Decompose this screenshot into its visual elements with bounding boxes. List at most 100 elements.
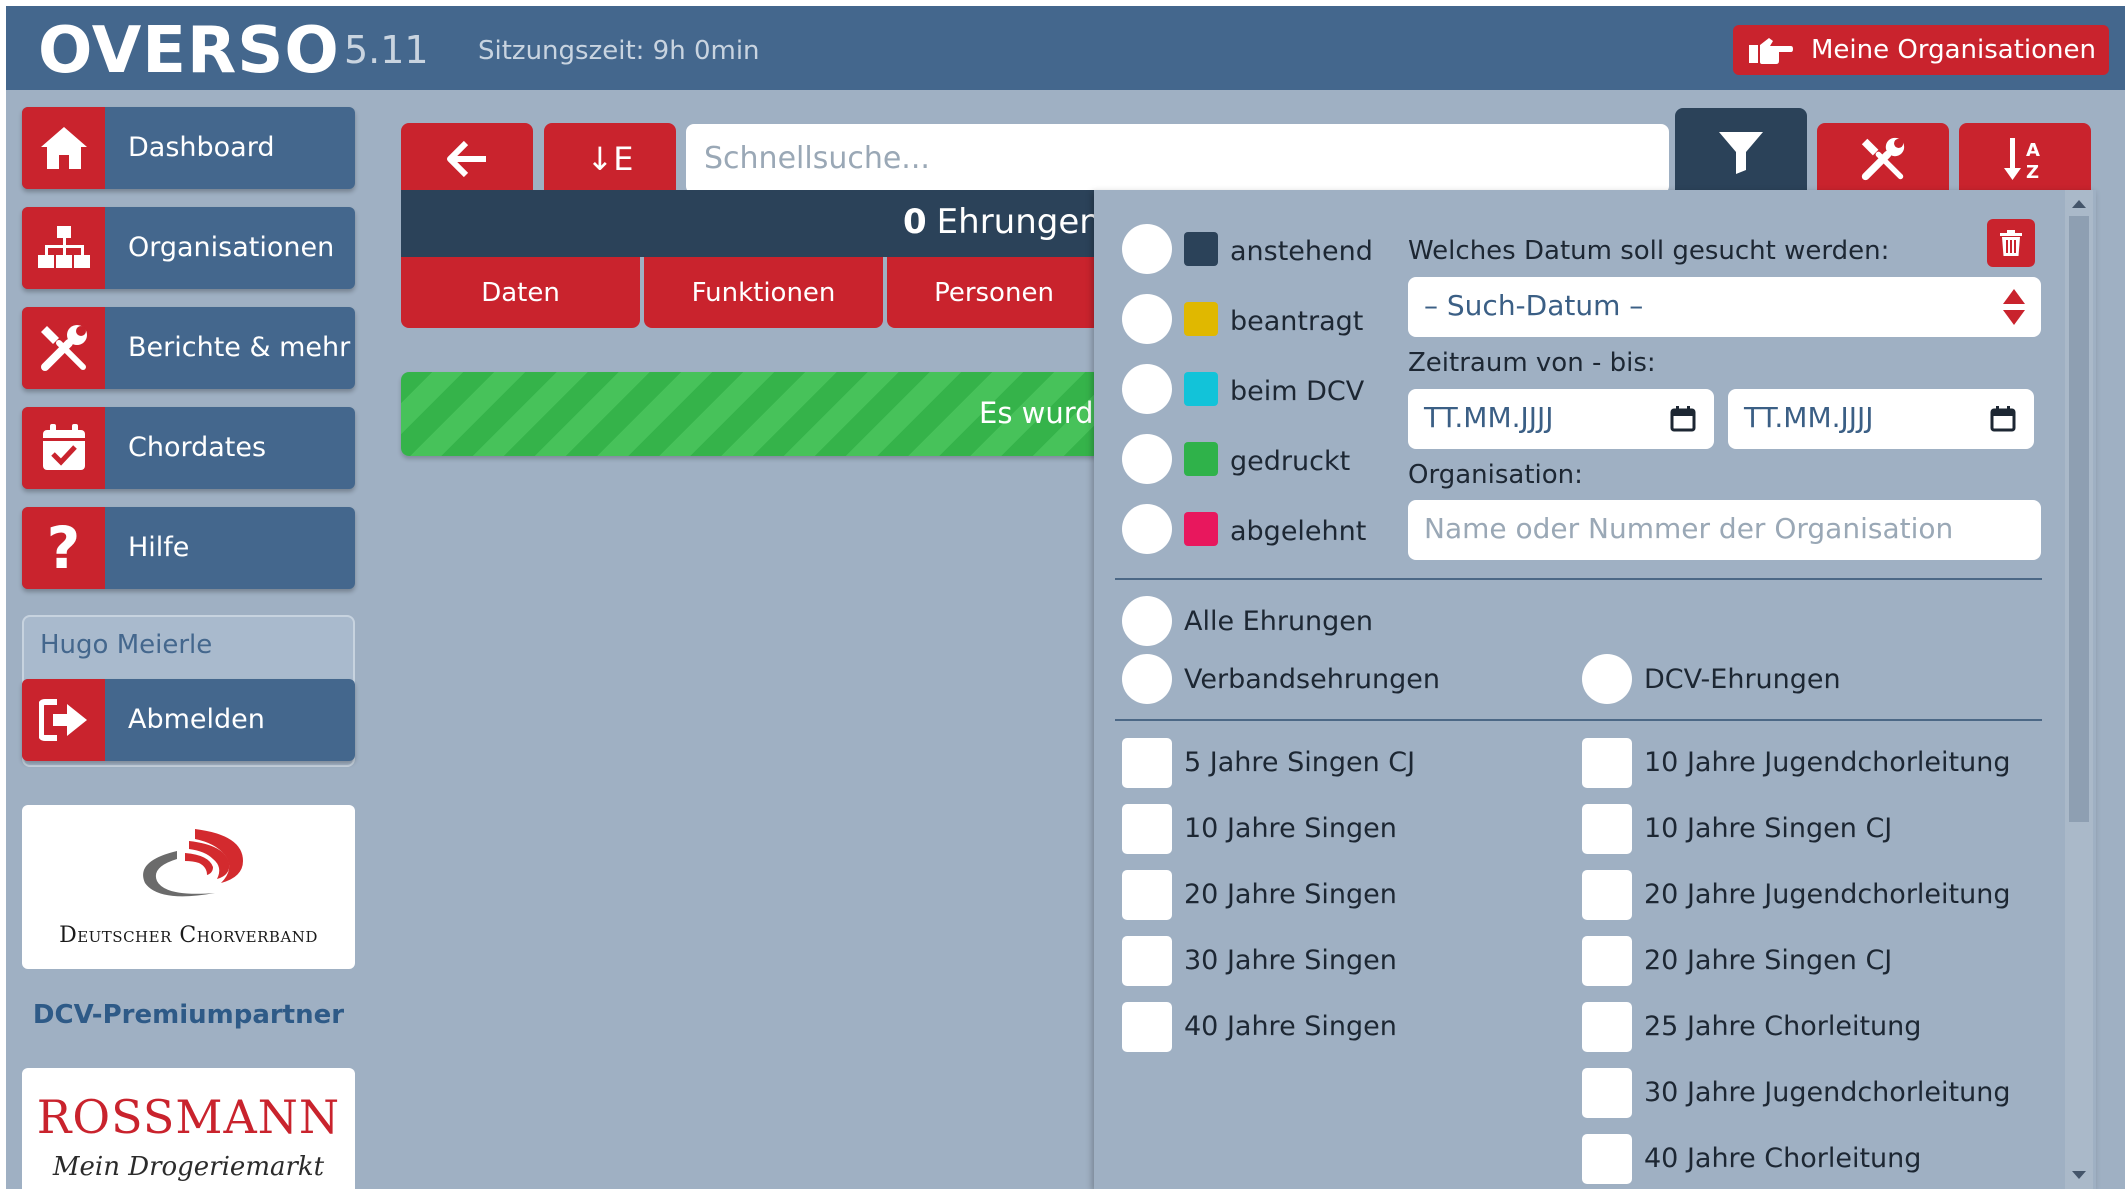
- arrow-left-icon: [447, 141, 486, 177]
- status-label: abgelehnt: [1230, 516, 1367, 547]
- honor-label: 30 Jahre Singen: [1184, 945, 1397, 976]
- sidebar-item-label: Dashboard: [128, 132, 275, 163]
- app-window: OVERSO 5.11 Sitzungszeit: 9h 0min Meine …: [6, 6, 2125, 1189]
- results-count: 0: [903, 202, 927, 242]
- honor-label: 10 Jahre Singen: [1184, 813, 1397, 844]
- sidebar-item-chordates[interactable]: Chordates: [22, 407, 355, 489]
- sidebar-item-berichte[interactable]: Berichte & mehr: [22, 307, 355, 389]
- honor-checkbox[interactable]: [1582, 1002, 1632, 1052]
- logout-label: Abmelden: [128, 704, 265, 735]
- question-icon: ?: [22, 507, 105, 589]
- dcv-logo-swoosh-icon: [143, 829, 243, 897]
- tools-button[interactable]: [1817, 123, 1949, 195]
- honor-checkbox[interactable]: [1122, 804, 1172, 854]
- logout-button[interactable]: Abmelden: [22, 679, 355, 761]
- panel-scrollbar[interactable]: [2065, 190, 2093, 1189]
- sign-out-icon: [22, 679, 105, 761]
- honor-checkbox[interactable]: [1122, 870, 1172, 920]
- divider: [1115, 719, 2042, 721]
- sidebar-item-dashboard[interactable]: Dashboard: [22, 107, 355, 189]
- clear-filter-button[interactable]: [1987, 219, 2035, 267]
- tab-personen[interactable]: Personen: [887, 257, 1101, 328]
- date-range-label: Zeitraum von - bis:: [1408, 348, 1656, 378]
- honor-checkbox[interactable]: [1582, 738, 1632, 788]
- honor-label: 5 Jahre Singen CJ: [1184, 747, 1416, 778]
- date-to-placeholder: TT.MM.JJJJ: [1744, 401, 1874, 434]
- results-label: Ehrungen: [936, 202, 1101, 242]
- partner-label: DCV-Premiumpartner: [32, 1000, 345, 1030]
- tab-daten[interactable]: Daten: [401, 257, 640, 328]
- organisation-input[interactable]: Name oder Nummer der Organisation: [1408, 500, 2041, 560]
- success-banner: Es wurd: [401, 372, 1101, 456]
- svg-text:A: A: [2026, 140, 2040, 161]
- status-radio-abgelehnt[interactable]: [1122, 504, 1172, 554]
- status-swatch: [1184, 372, 1218, 406]
- calendar-icon: [1990, 406, 2016, 432]
- honor-checkbox[interactable]: [1122, 1002, 1172, 1052]
- status-swatch: [1184, 232, 1218, 266]
- results-summary: 0 Ehrungen: [401, 190, 1101, 257]
- status-radio-gedruckt[interactable]: [1122, 434, 1172, 484]
- back-button[interactable]: [401, 123, 533, 195]
- trash-icon: [2000, 230, 2022, 256]
- honor-checkbox[interactable]: [1582, 870, 1632, 920]
- date-to-field[interactable]: TT.MM.JJJJ: [1728, 389, 2034, 449]
- scroll-thumb[interactable]: [2069, 216, 2089, 822]
- session-time: Sitzungszeit: 9h 0min: [478, 36, 760, 66]
- sort-alpha-button[interactable]: A Z: [1959, 123, 2091, 195]
- sort-e-label: ↓E: [586, 140, 634, 178]
- sidebar-item-organisationen[interactable]: Organisationen: [22, 207, 355, 289]
- search-date-select[interactable]: – Such-Datum –: [1408, 277, 2041, 337]
- date-question-label: Welches Datum soll gesucht werden:: [1408, 236, 1890, 266]
- type-radio-alle[interactable]: [1122, 596, 1172, 646]
- honor-label: 20 Jahre Singen: [1184, 879, 1397, 910]
- quick-search-input[interactable]: Schnellsuche...: [686, 124, 1669, 194]
- filter-icon: [1719, 132, 1763, 174]
- honor-label: 40 Jahre Chorleitung: [1644, 1143, 1922, 1174]
- scroll-up-arrow-icon[interactable]: [2072, 200, 2086, 208]
- type-label-dcv: DCV-Ehrungen: [1644, 664, 1841, 695]
- type-radio-verband[interactable]: [1122, 654, 1172, 704]
- status-radio-beantragt[interactable]: [1122, 294, 1172, 344]
- home-icon: [22, 107, 105, 189]
- rossmann-logo-text: ROSSMANN: [36, 1090, 341, 1144]
- honor-checkbox[interactable]: [1122, 738, 1172, 788]
- sitemap-icon: [22, 207, 105, 289]
- filter-button[interactable]: [1675, 108, 1807, 196]
- calendar-icon: [1670, 406, 1696, 432]
- status-label: anstehend: [1230, 236, 1373, 267]
- select-updown-icon: [2003, 289, 2025, 325]
- rossmann-logo-card[interactable]: ROSSMANN Mein Drogeriemarkt: [22, 1068, 355, 1189]
- my-organisations-label: Meine Organisationen: [1811, 35, 2096, 65]
- tools-icon: [22, 307, 105, 389]
- my-organisations-button[interactable]: Meine Organisationen: [1733, 25, 2109, 75]
- scroll-down-arrow-icon[interactable]: [2072, 1171, 2086, 1179]
- honor-checkbox[interactable]: [1582, 804, 1632, 854]
- honor-label: 10 Jahre Singen CJ: [1644, 813, 1893, 844]
- divider: [1115, 578, 2042, 580]
- sidebar-item-hilfe[interactable]: ? Hilfe: [22, 507, 355, 589]
- honor-checkbox[interactable]: [1582, 1068, 1632, 1118]
- status-swatch: [1184, 302, 1218, 336]
- status-radio-beim-dcv[interactable]: [1122, 364, 1172, 414]
- honor-label: 40 Jahre Singen: [1184, 1011, 1397, 1042]
- honor-checkbox[interactable]: [1122, 936, 1172, 986]
- honor-checkbox[interactable]: [1582, 936, 1632, 986]
- status-label: gedruckt: [1230, 446, 1351, 477]
- dcv-logo-card[interactable]: Deutscher Chorverband: [22, 805, 355, 969]
- honor-checkbox[interactable]: [1582, 1134, 1632, 1184]
- success-banner-text: Es wurd: [979, 396, 1094, 430]
- honor-label: 25 Jahre Chorleitung: [1644, 1011, 1922, 1042]
- date-from-field[interactable]: TT.MM.JJJJ: [1408, 389, 1714, 449]
- svg-text:Z: Z: [2026, 162, 2039, 182]
- sort-alpha-icon: A Z: [2004, 138, 2040, 182]
- sidebar-item-label: Berichte & mehr: [128, 332, 351, 363]
- tab-funktionen[interactable]: Funktionen: [644, 257, 883, 328]
- status-radio-anstehend[interactable]: [1122, 224, 1172, 274]
- app-logo: OVERSO: [38, 14, 340, 88]
- type-radio-dcv[interactable]: [1582, 654, 1632, 704]
- honor-label: 20 Jahre Singen CJ: [1644, 945, 1893, 976]
- sort-e-button[interactable]: ↓E: [544, 123, 676, 195]
- status-label: beantragt: [1230, 306, 1364, 337]
- status-swatch: [1184, 512, 1218, 546]
